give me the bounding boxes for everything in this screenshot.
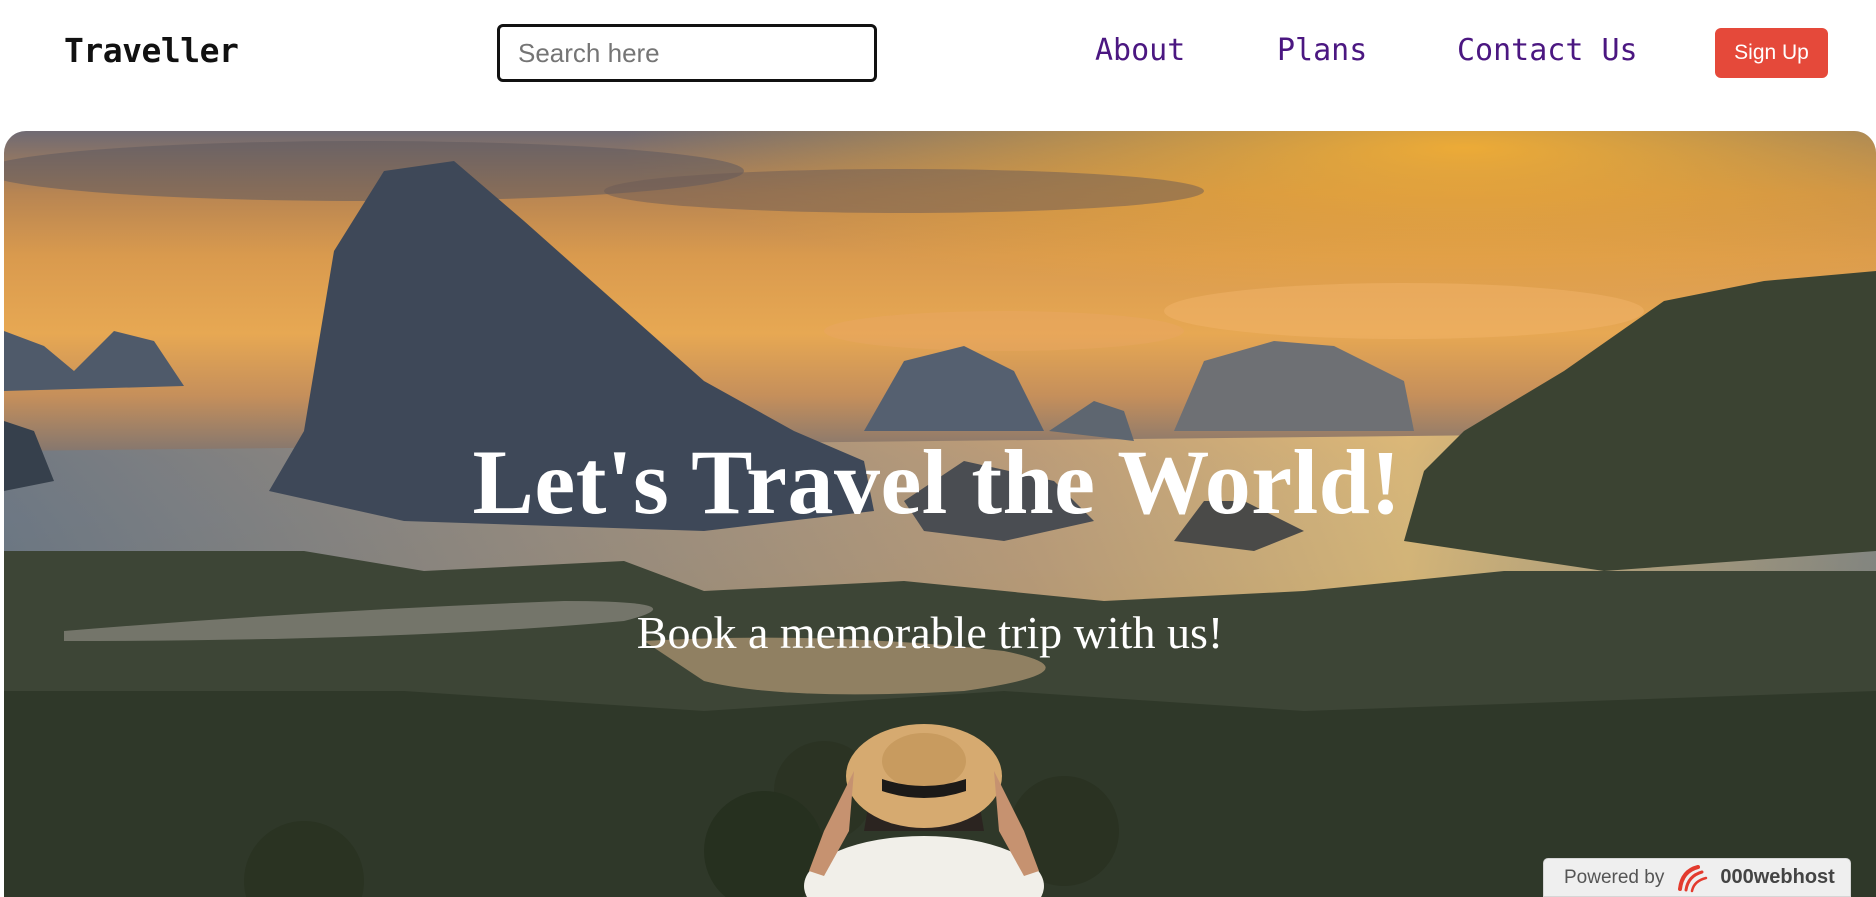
powered-by-label: Powered by <box>1564 866 1665 888</box>
site-logo[interactable]: Traveller <box>64 31 239 70</box>
nav-link-about[interactable]: About <box>1095 33 1185 68</box>
hero-subtitle: Book a memorable trip with us! <box>636 607 1224 658</box>
webhost-logo-icon <box>1678 864 1708 892</box>
powered-by-badge[interactable]: Powered by 000webhost <box>1543 858 1851 897</box>
top-navbar: Traveller About Plans Contact Us Sign Up <box>0 0 1876 118</box>
hero-title: Let's Travel the World! <box>472 431 1402 533</box>
hero-banner: Let's Travel the World! Book a memorable… <box>4 131 1876 897</box>
nav-link-plans[interactable]: Plans <box>1277 33 1367 68</box>
nav-link-contact-us[interactable]: Contact Us <box>1457 33 1638 68</box>
webhost-name: 000webhost <box>1720 866 1835 888</box>
search-input[interactable] <box>497 24 877 82</box>
sign-up-button[interactable]: Sign Up <box>1715 28 1828 78</box>
